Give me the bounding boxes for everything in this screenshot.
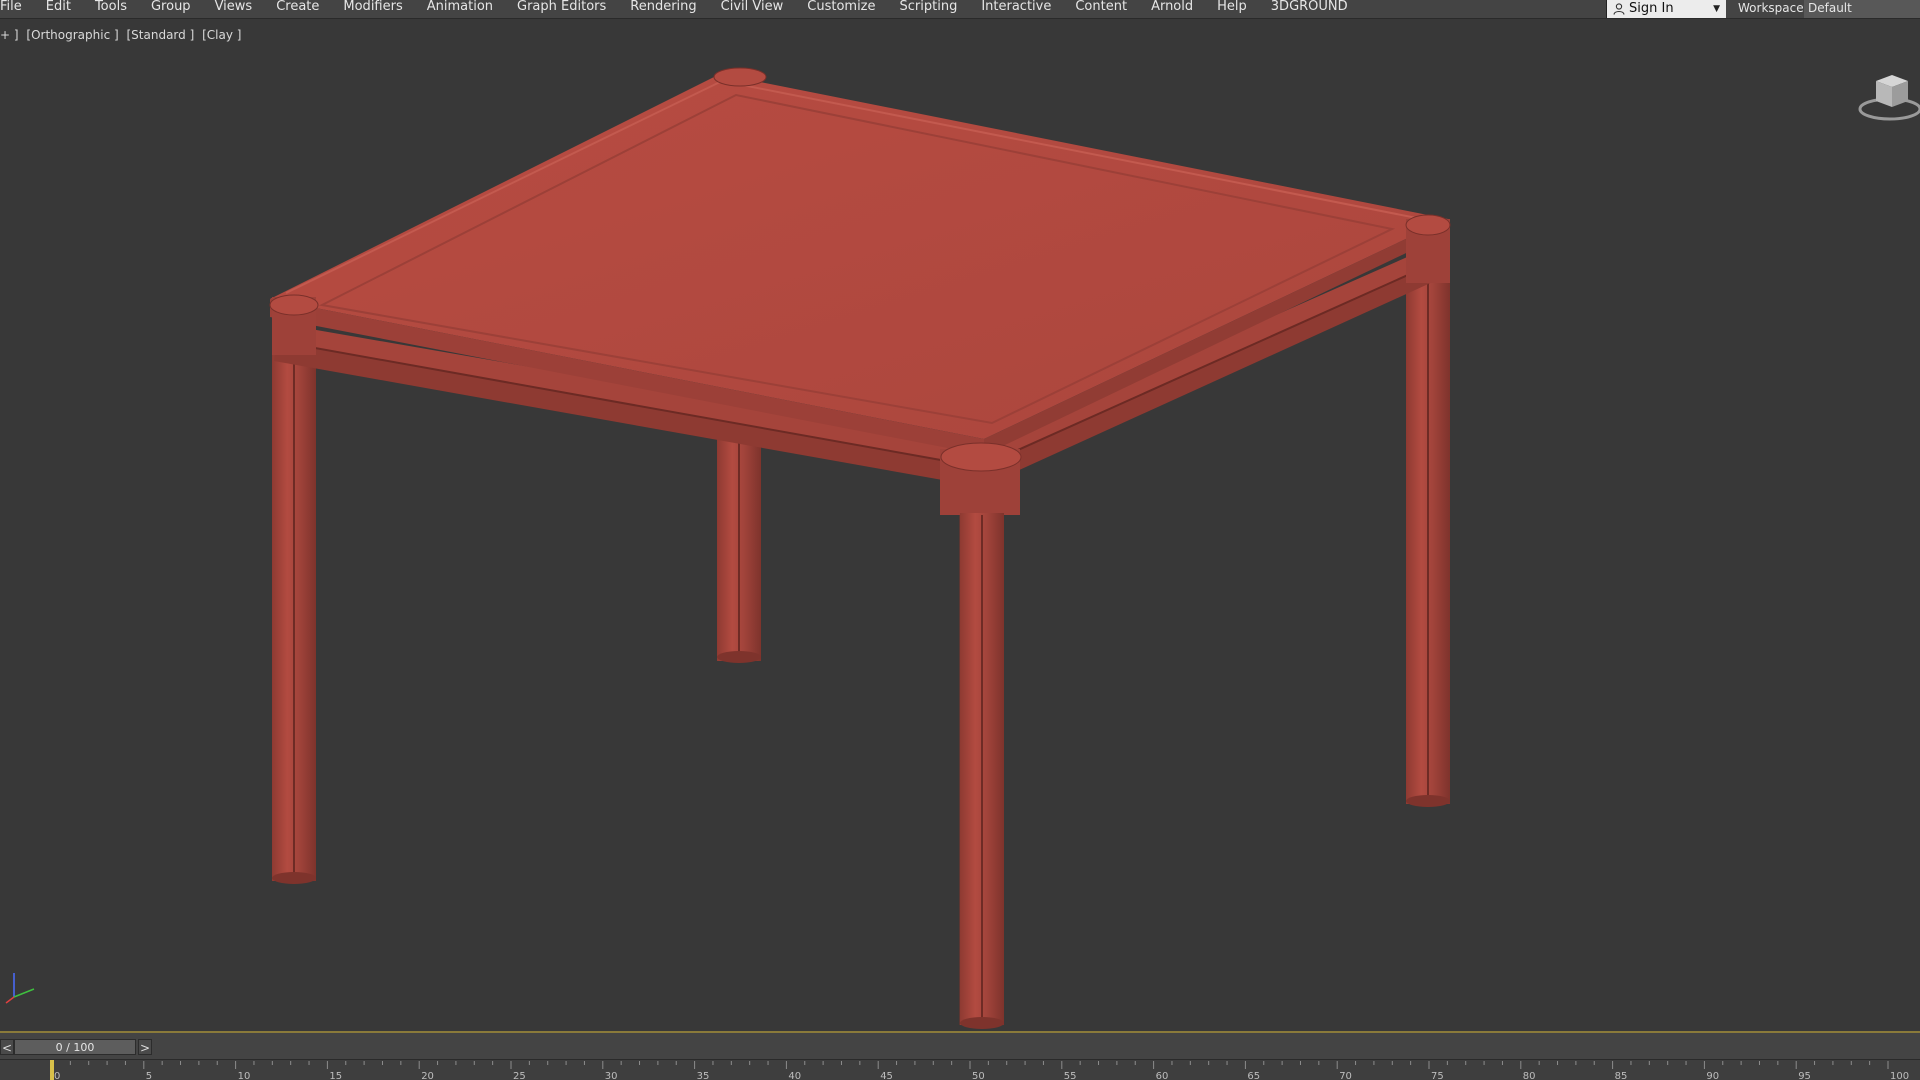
user-icon <box>1613 3 1625 15</box>
menu-edit[interactable]: Edit <box>34 0 83 18</box>
menu-help[interactable]: Help <box>1205 0 1259 18</box>
ruler-tick-label: 0 <box>54 1071 60 1080</box>
viewport-shading-label[interactable]: [Clay ] <box>202 28 241 42</box>
ruler-tick-label: 40 <box>788 1071 801 1080</box>
table-leg-right <box>1406 264 1450 807</box>
ruler-tick-label: 30 <box>605 1071 618 1080</box>
menu-graph-editors[interactable]: Graph Editors <box>505 0 618 18</box>
next-frame-button[interactable]: > <box>138 1039 152 1055</box>
menu-arnold[interactable]: Arnold <box>1139 0 1205 18</box>
ruler-tick-label: 45 <box>880 1071 893 1080</box>
ruler-tick-label: 10 <box>238 1071 251 1080</box>
workspaces-label: Workspaces: <box>1738 1 1814 15</box>
axis-tripod-icon <box>5 973 35 1004</box>
menu-group[interactable]: Group <box>139 0 203 18</box>
ruler-tick-label: 100 <box>1890 1071 1909 1080</box>
ruler-tick-label: 55 <box>1064 1071 1077 1080</box>
ruler-tick-label: 60 <box>1156 1071 1169 1080</box>
ruler-tick-label: 25 <box>513 1071 526 1080</box>
ruler-tick-label: 5 <box>146 1071 152 1080</box>
menu-interactive[interactable]: Interactive <box>969 0 1063 18</box>
viewport-perspective[interactable]: + ] [Orthographic ] [Standard ] [Clay ] <box>0 19 1920 1031</box>
ruler-tick-label: 75 <box>1431 1071 1444 1080</box>
ruler-tick-label: 95 <box>1798 1071 1811 1080</box>
menu-content[interactable]: Content <box>1063 0 1139 18</box>
current-frame-marker[interactable] <box>50 1060 54 1080</box>
ruler-tick-label: 70 <box>1339 1071 1352 1080</box>
ruler-tick-label: 50 <box>972 1071 985 1080</box>
menu-views[interactable]: Views <box>203 0 265 18</box>
menu-file[interactable]: File <box>0 0 34 18</box>
sign-in-label: Sign In <box>1629 1 1674 16</box>
table-top <box>270 74 1449 487</box>
table-leg-left <box>272 335 316 884</box>
table-leg-back <box>717 423 761 663</box>
menu-rendering[interactable]: Rendering <box>618 0 708 18</box>
menu-customize[interactable]: Customize <box>795 0 887 18</box>
menu-animation[interactable]: Animation <box>415 0 505 18</box>
track-bar[interactable]: 0 5 10 15 20 25 30 35 40 45 50 55 60 65 70 75 80 85 90 95 10… <box>0 1059 1920 1080</box>
workspaces-select[interactable]: Default <box>1804 0 1920 18</box>
corner-post-left <box>269 294 319 355</box>
ruler-tick-label: 20 <box>421 1071 434 1080</box>
menu-modifiers[interactable]: Modifiers <box>331 0 414 18</box>
menu-create[interactable]: Create <box>264 0 331 18</box>
ruler-tick-label: 35 <box>697 1071 710 1080</box>
menu-tools[interactable]: Tools <box>83 0 139 18</box>
timeline-ruler[interactable]: 0 5 10 15 20 25 30 35 40 45 50 55 60 65 70 75 80 85 90 95 10… <box>0 1060 1920 1080</box>
corner-post-back <box>713 67 767 87</box>
table-model[interactable] <box>269 67 1451 1029</box>
ruler-tick-label: 15 <box>329 1071 342 1080</box>
corner-post-right <box>1405 214 1451 283</box>
time-slider: < 0 / 100 > <box>0 1033 1920 1059</box>
table-leg-front <box>960 513 1004 1029</box>
menu-3dground[interactable]: 3DGROUND <box>1259 0 1360 18</box>
menu-bar: File Edit Tools Group Views Create Modif… <box>0 0 1920 19</box>
ruler-tick-label: 90 <box>1706 1071 1719 1080</box>
ruler-tick-label: 85 <box>1615 1071 1628 1080</box>
scene-canvas[interactable] <box>0 19 1920 1031</box>
ruler-tick-label: 80 <box>1523 1071 1536 1080</box>
chevron-down-icon: ▼ <box>1713 4 1720 14</box>
ruler-tick-label: 65 <box>1247 1071 1260 1080</box>
frame-slider-thumb[interactable]: 0 / 100 <box>14 1039 136 1055</box>
menu-scripting[interactable]: Scripting <box>888 0 970 18</box>
app-window: File Edit Tools Group Views Create Modif… <box>0 0 1920 1080</box>
menu-civil-view[interactable]: Civil View <box>709 0 796 18</box>
viewcube-icon[interactable] <box>1850 59 1920 129</box>
viewport-label[interactable]: + ] [Orthographic ] [Standard ] [Clay ] <box>0 28 245 42</box>
viewport-menu-plus[interactable]: + ] <box>0 28 19 42</box>
previous-frame-button[interactable]: < <box>0 1039 14 1055</box>
viewport-camera-label[interactable]: [Standard ] <box>127 28 195 42</box>
sign-in-dropdown[interactable]: Sign In ▼ <box>1606 0 1726 18</box>
viewport-view-label[interactable]: [Orthographic ] <box>26 28 118 42</box>
